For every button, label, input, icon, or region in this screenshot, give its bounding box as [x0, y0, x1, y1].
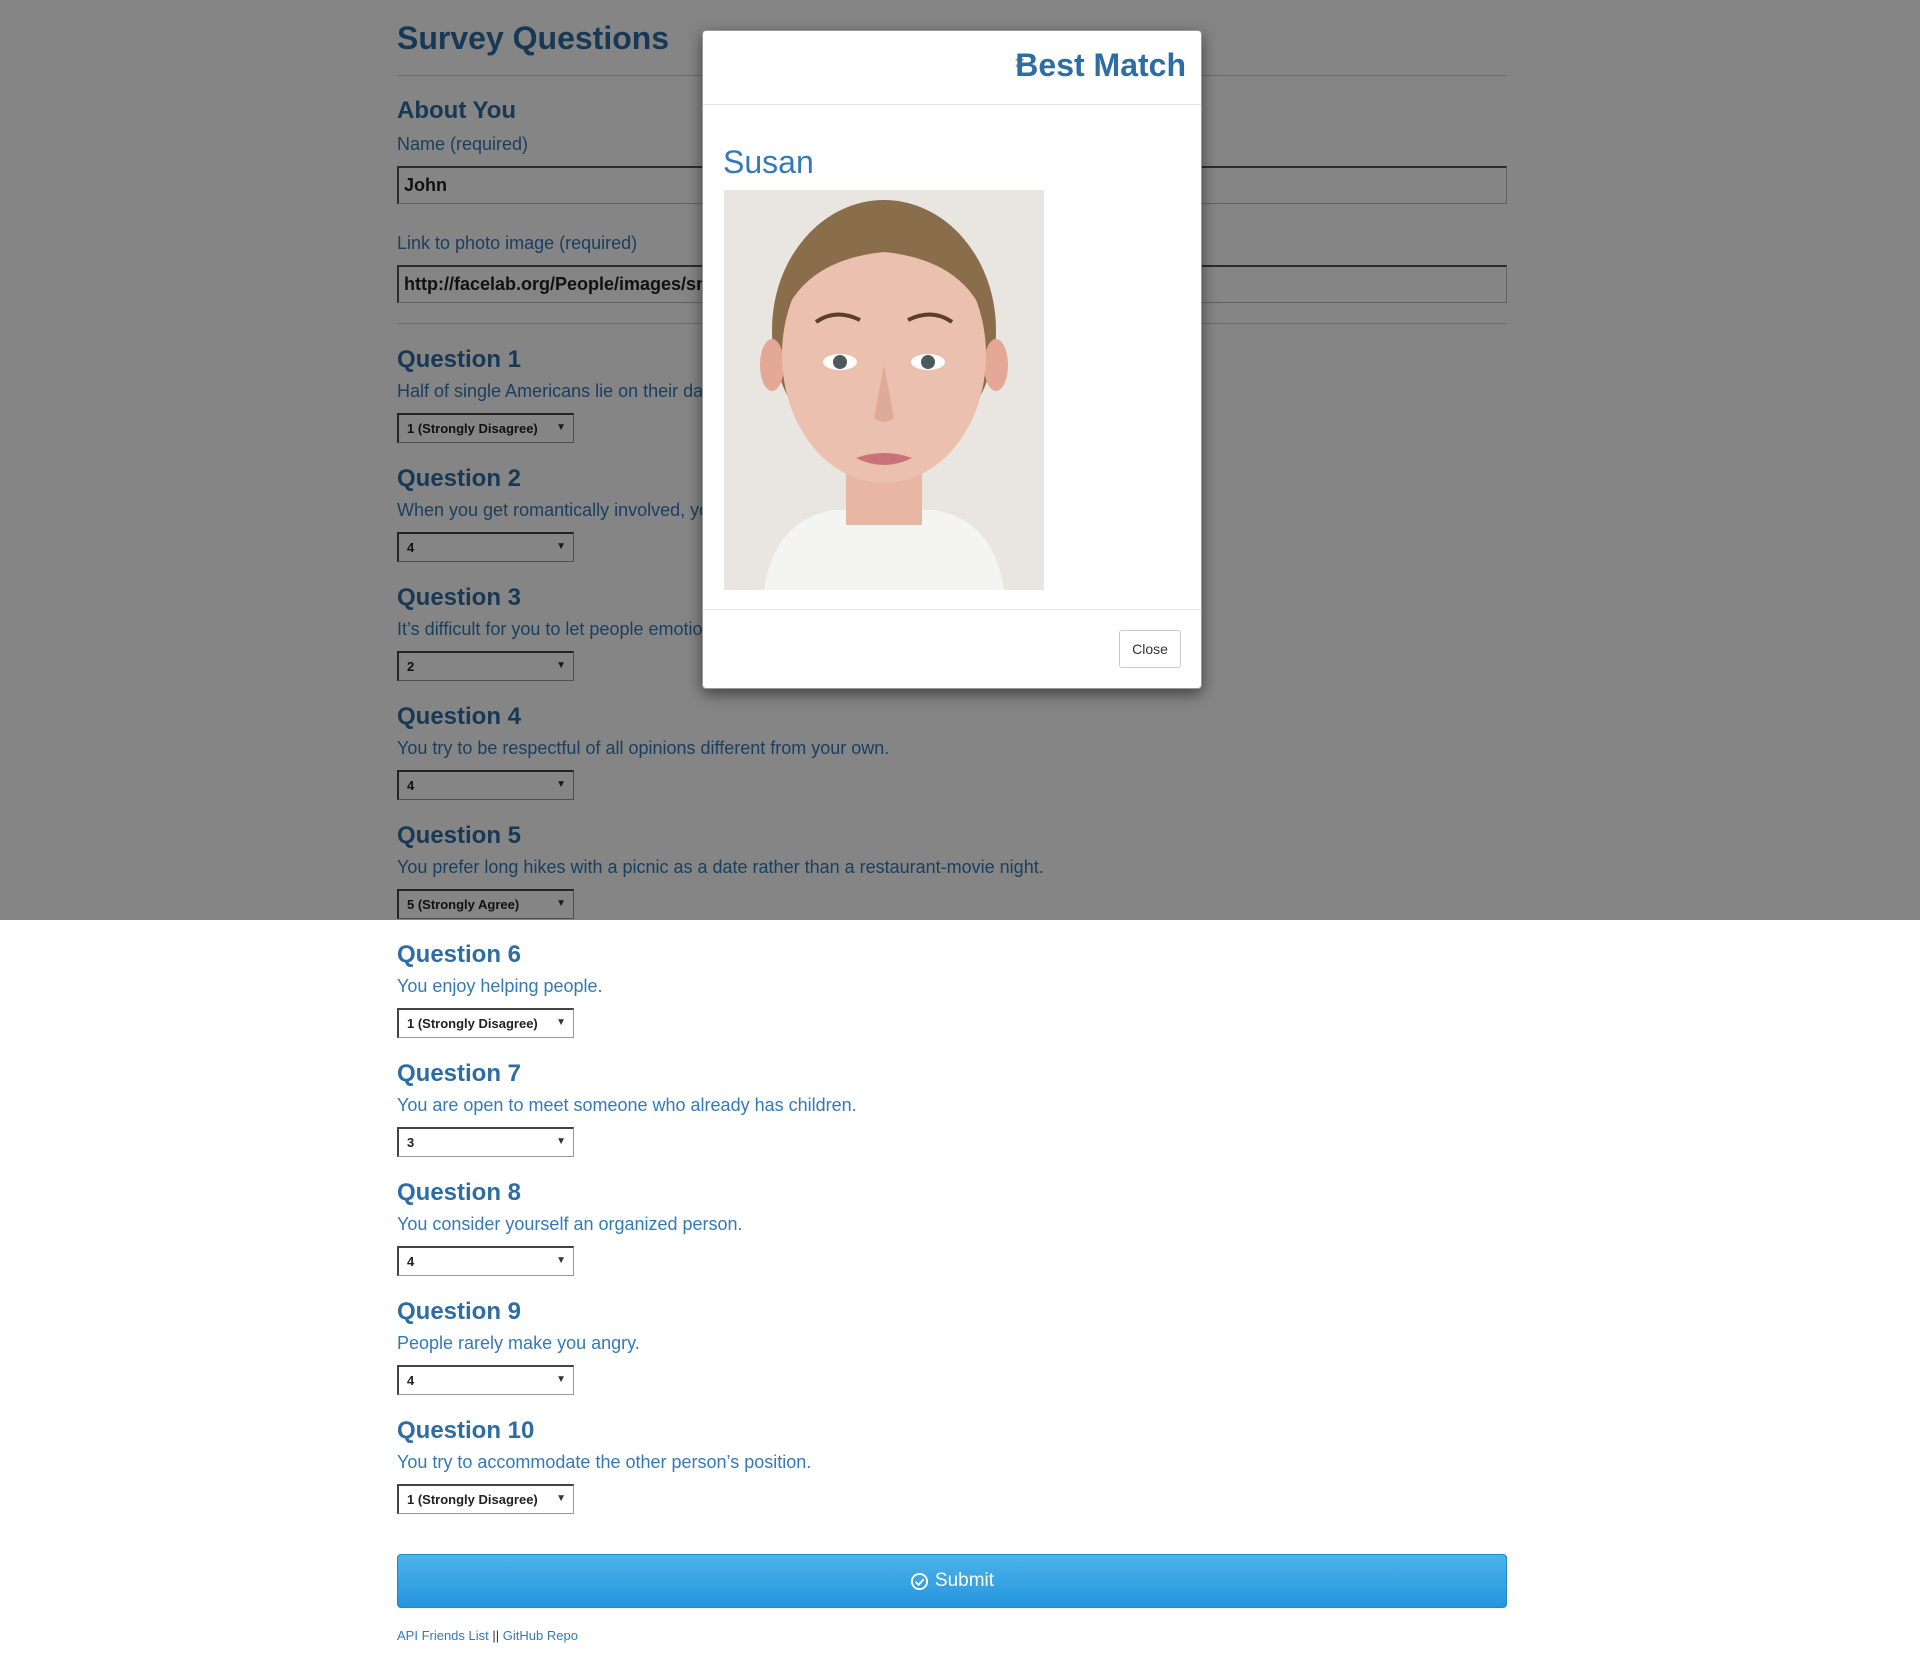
submit-label: Submit — [934, 1570, 995, 1591]
modal-title: Best Match — [1015, 47, 1186, 83]
api-friends-link[interactable]: API Friends List — [397, 1628, 489, 1643]
select-value: 1 (Strongly Disagree) — [407, 1016, 538, 1031]
github-repo-link[interactable]: GitHub Repo — [503, 1628, 578, 1643]
modal-footer: Close — [703, 609, 1201, 690]
question-7-select[interactable]: 3 ▼ — [397, 1127, 574, 1157]
modal-header: × Best Match — [703, 31, 1201, 105]
caret-down-icon: ▼ — [556, 1136, 566, 1147]
footer-links: API Friends List || GitHub Repo — [397, 1628, 578, 1643]
match-name: Susan — [723, 144, 814, 180]
select-value: 1 (Strongly Disagree) — [407, 1492, 538, 1507]
question-10-text: You try to accommodate the other person’… — [397, 1452, 812, 1472]
close-button[interactable]: Close — [1119, 630, 1181, 668]
caret-down-icon: ▼ — [556, 1493, 566, 1504]
caret-down-icon: ▼ — [556, 1017, 566, 1028]
match-photo-image — [724, 190, 1044, 590]
question-10-select[interactable]: 1 (Strongly Disagree) ▼ — [397, 1484, 574, 1514]
question-6-text: You enjoy helping people. — [397, 976, 603, 996]
footer-separator: || — [492, 1628, 500, 1643]
best-match-modal: × Best Match Susan Close — [702, 30, 1202, 689]
question-7-text: You are open to meet someone who already… — [397, 1095, 857, 1115]
select-value: 4 — [407, 1254, 415, 1269]
submit-button[interactable]: Submit — [397, 1554, 1507, 1608]
question-8-title: Question 8 — [397, 1179, 522, 1206]
caret-down-icon: ▼ — [556, 1255, 566, 1266]
question-8-text: You consider yourself an organized perso… — [397, 1214, 743, 1234]
question-9-select[interactable]: 4 ▼ — [397, 1365, 574, 1395]
question-10-title: Question 10 — [397, 1417, 535, 1444]
select-value: 3 — [407, 1135, 415, 1150]
question-6-title: Question 6 — [397, 941, 522, 968]
question-9-title: Question 9 — [397, 1298, 522, 1325]
select-value: 4 — [407, 1373, 415, 1388]
question-9-text: People rarely make you angry. — [397, 1333, 640, 1353]
match-photo — [724, 190, 1044, 590]
question-6-select[interactable]: 1 (Strongly Disagree) ▼ — [397, 1008, 574, 1038]
question-8-select[interactable]: 4 ▼ — [397, 1246, 574, 1276]
caret-down-icon: ▼ — [556, 1374, 566, 1385]
check-circle-icon — [910, 1572, 928, 1590]
question-7-title: Question 7 — [397, 1060, 522, 1087]
